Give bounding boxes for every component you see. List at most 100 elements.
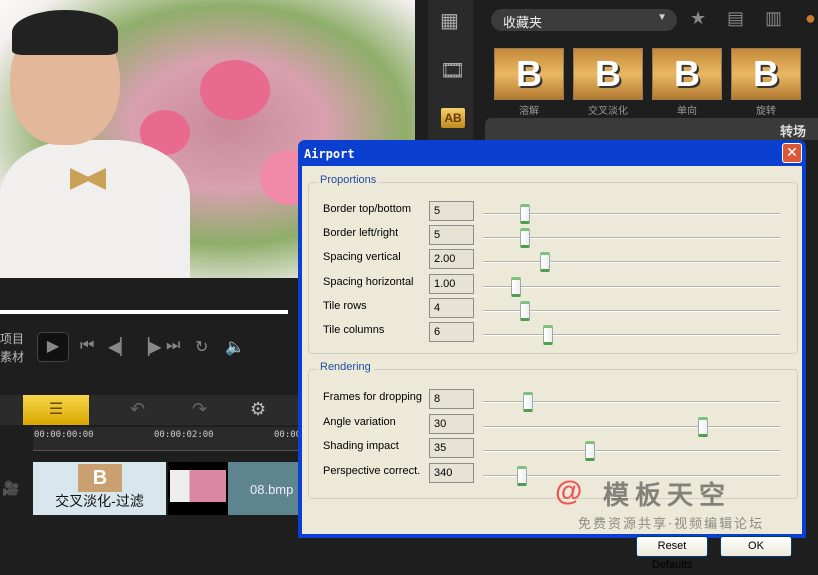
apply-all-icon[interactable]: ▥ (765, 8, 782, 29)
transition-thumb[interactable]: B (731, 48, 801, 100)
undo-icon[interactable]: ↶ (130, 399, 145, 420)
param-row: Angle variation 30 (323, 414, 793, 437)
param-value-field[interactable]: 5 (429, 225, 474, 245)
add-favorite-icon[interactable]: ★ (690, 8, 706, 29)
media-icon[interactable]: ▦ (440, 8, 459, 33)
param-value-field[interactable]: 5 (429, 201, 474, 221)
param-slider-thumb[interactable] (510, 277, 521, 297)
watermark-at: @ (555, 475, 583, 506)
param-slider-thumb[interactable] (540, 252, 551, 272)
param-slider-thumb[interactable] (516, 466, 527, 486)
param-row: Tile rows 4 (323, 298, 793, 321)
volume-icon[interactable]: 🔈 (225, 337, 245, 357)
thumb-label: 单向 (677, 106, 697, 117)
param-value-field[interactable]: 30 (429, 414, 474, 434)
watermark-slogan: 免费资源共享·视频编辑论坛 (578, 517, 765, 532)
transition-clip[interactable]: B 交叉淡化-过滤 (33, 462, 166, 515)
param-slider-thumb[interactable] (519, 301, 530, 321)
thumb-label: 交叉淡化 (588, 106, 628, 117)
param-value-field[interactable]: 6 (429, 322, 474, 342)
param-row: Spacing vertical 2.00 (323, 249, 793, 272)
mode-project[interactable]: 项目 (0, 330, 24, 347)
record-icon[interactable]: ⚙ (250, 399, 266, 420)
param-label: Tile rows (323, 300, 367, 312)
image-clip[interactable]: 08.bmp (228, 462, 300, 515)
reel-icon[interactable]: ● (805, 8, 816, 29)
thumb-label: 溶解 (519, 106, 539, 117)
mode-clip[interactable]: 素材 (0, 348, 24, 365)
thumb-label: 旋转 (756, 106, 776, 117)
close-button[interactable]: ✕ (782, 143, 802, 163)
param-slider-track[interactable] (483, 261, 780, 263)
ok-button[interactable]: OK (720, 536, 792, 557)
play-button[interactable]: ▶ (37, 332, 69, 362)
suit (0, 140, 190, 278)
param-slider-thumb[interactable] (697, 417, 708, 437)
go-end-icon[interactable]: ⏭ (166, 337, 180, 355)
prev-frame-icon[interactable]: ◀▏ (108, 337, 133, 357)
param-row: Spacing horizontal 1.00 (323, 274, 793, 297)
param-slider-track[interactable] (483, 334, 780, 336)
param-row: Shading impact 35 (323, 438, 793, 461)
clip-label: 交叉淡化-过滤 (55, 493, 144, 509)
next-frame-icon[interactable]: ▕▶ (137, 337, 162, 357)
instant-project-icon[interactable]: 🎞 (440, 58, 465, 83)
reset-defaults-button[interactable]: Reset Defaults (636, 536, 708, 571)
param-label: Border left/right (323, 227, 399, 239)
chevron-down-icon: ▼ (657, 12, 667, 23)
param-slider-track[interactable] (483, 450, 780, 452)
image-clip-thumb[interactable] (168, 462, 228, 515)
param-slider-track[interactable] (483, 286, 780, 288)
param-label: Border top/bottom (323, 203, 412, 215)
param-slider-thumb[interactable] (543, 325, 554, 345)
group-label: Rendering (317, 361, 374, 373)
param-slider-thumb[interactable] (519, 228, 530, 248)
param-value-field[interactable]: 340 (429, 463, 474, 483)
param-row: Border left/right 5 (323, 225, 793, 248)
clip-label: 08.bmp (250, 482, 294, 497)
param-slider-thumb[interactable] (584, 441, 595, 461)
transition-thumb[interactable]: B (494, 48, 564, 100)
param-value-field[interactable]: 1.00 (429, 274, 474, 294)
param-label: Spacing horizontal (323, 276, 414, 288)
preview-scrubber[interactable] (0, 310, 288, 314)
hair (12, 10, 118, 55)
param-slider-thumb[interactable] (522, 392, 533, 412)
param-slider-track[interactable] (483, 426, 780, 428)
folder-dropdown[interactable]: 收藏夹 ▼ (491, 9, 677, 31)
timecode: 00:00:02:00 (154, 430, 214, 440)
section-title: 转场 (485, 118, 818, 140)
param-value-field[interactable]: 8 (429, 389, 474, 409)
param-row: Tile columns 6 (323, 322, 793, 345)
param-label: Angle variation (323, 416, 396, 428)
transition-thumb[interactable]: B (573, 48, 643, 100)
folder-label: 收藏夹 (503, 15, 543, 30)
proportions-group: Proportions Border top/bottom 5 Border le… (308, 174, 798, 354)
param-label: Frames for dropping (323, 391, 423, 403)
timeline-view-button[interactable]: ☰ (23, 395, 89, 425)
flower (200, 60, 270, 120)
param-label: Shading impact (323, 440, 399, 452)
param-row: Border top/bottom 5 (323, 201, 793, 224)
transition-icon: B (78, 464, 122, 492)
timecode: 00:00:00:00 (34, 430, 94, 440)
param-value-field[interactable]: 4 (429, 298, 474, 318)
param-label: Perspective correct. (323, 465, 421, 477)
dialog-title: Airport (304, 147, 355, 161)
transition-icon[interactable]: AB (441, 108, 465, 128)
group-label: Proportions (317, 174, 380, 186)
apply-transition-icon[interactable]: ▤ (727, 8, 744, 29)
go-start-icon[interactable]: ⏮ (80, 337, 94, 355)
watermark-logo: 模板天空 (603, 481, 732, 511)
param-value-field[interactable]: 2.00 (429, 249, 474, 269)
clip-thumbnail (170, 470, 226, 502)
video-track-icon: 🎥 (2, 480, 20, 496)
repeat-icon[interactable]: ↻ (195, 337, 208, 357)
param-row: Frames for dropping 8 (323, 389, 793, 412)
param-label: Tile columns (323, 324, 385, 336)
param-slider-thumb[interactable] (519, 204, 530, 224)
redo-icon[interactable]: ↷ (192, 399, 207, 420)
transition-thumb[interactable]: B (652, 48, 722, 100)
param-value-field[interactable]: 35 (429, 438, 474, 458)
param-label: Spacing vertical (323, 251, 401, 263)
